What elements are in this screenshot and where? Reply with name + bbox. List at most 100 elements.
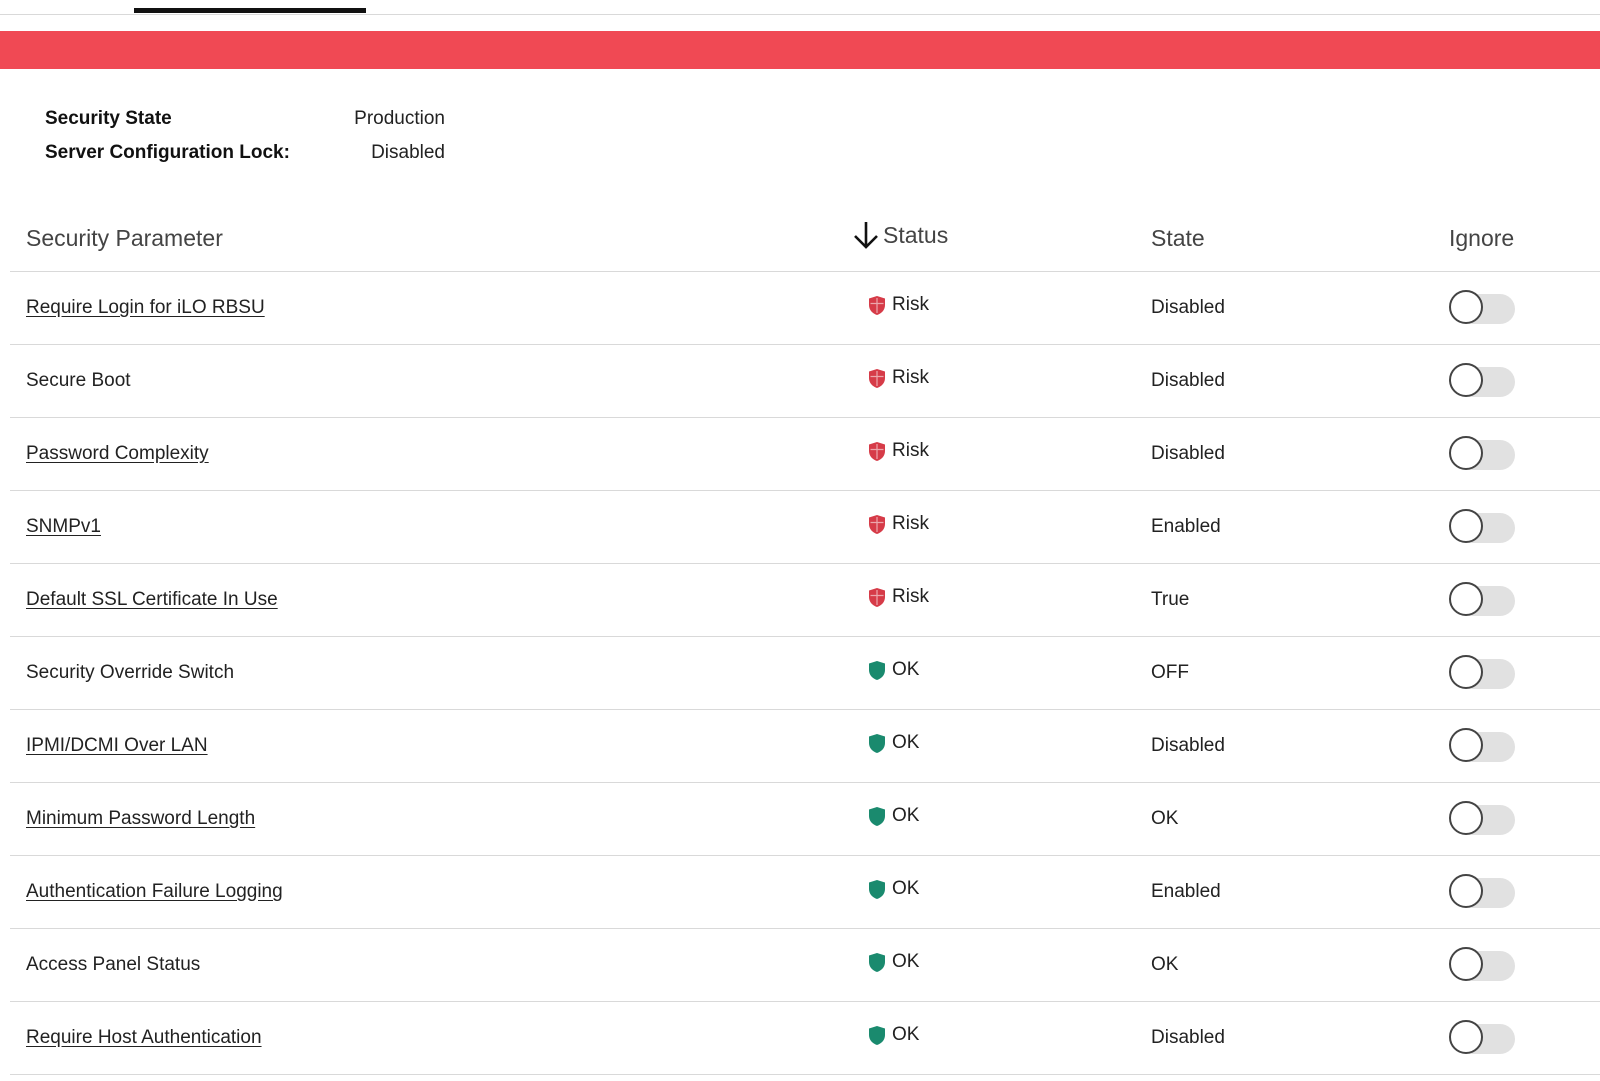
status-cell: Risk [851,440,929,462]
parameter-link[interactable]: Require Host Authentication [26,1027,262,1048]
risk-shield-icon [869,587,885,607]
parameter-link[interactable]: IPMI/DCMI Over LAN [26,735,208,756]
state-value: OK [1151,808,1179,829]
ignore-toggle[interactable] [1449,509,1517,545]
table-row: SNMPv1 Risk Enabled [10,490,1600,564]
table-row: Secure Boot Risk Disabled [10,344,1600,418]
toggle-knob [1449,290,1483,324]
security-parameters-table: Security Parameter Status State Ignore R… [10,205,1600,1075]
status-cell: OK [851,1024,919,1046]
security-state-value: Production [354,108,445,129]
ignore-toggle[interactable] [1449,1020,1517,1056]
status-text: OK [892,732,920,754]
status-cell: Risk [851,367,929,389]
status-text: Risk [892,586,929,608]
security-state-row: Security State Production [45,108,445,142]
parameter-link[interactable]: Minimum Password Length [26,808,255,829]
parameter-name: Access Panel Status [26,954,201,975]
security-state-label: Security State [45,108,172,129]
state-value: OFF [1151,662,1189,683]
config-lock-value: Disabled [371,142,445,163]
status-text: OK [892,805,920,827]
status-cell: OK [851,951,919,973]
status-cell: OK [851,659,919,681]
ok-shield-icon [869,733,885,753]
state-value: Disabled [1151,1027,1225,1048]
status-cell: Risk [851,294,929,316]
ignore-toggle[interactable] [1449,655,1517,691]
state-value: Disabled [1151,735,1225,756]
status-text: Risk [892,367,929,389]
parameter-link[interactable]: Authentication Failure Logging [26,881,283,902]
state-value: Enabled [1151,516,1221,537]
ok-shield-icon [869,806,885,826]
toggle-knob [1449,363,1483,397]
status-text: OK [892,1024,920,1046]
tab-bar [0,0,1600,15]
toggle-knob [1449,509,1483,543]
status-text: Risk [892,440,929,462]
parameter-link[interactable]: SNMPv1 [26,516,101,537]
table-row: Password Complexity Risk Disabled [10,417,1600,491]
status-cell: Risk [851,586,929,608]
toggle-knob [1449,1020,1483,1054]
status-text: Risk [892,513,929,535]
table-row: Authentication Failure Logging OK Enable… [10,855,1600,929]
table-row: Minimum Password Length OK OK [10,782,1600,856]
header-state[interactable]: State [1151,205,1449,272]
arrow-down-icon [854,222,878,249]
active-tab-indicator[interactable] [134,8,366,13]
toggle-knob [1449,436,1483,470]
table-row: Require Host Authentication OK Disabled [10,1001,1600,1075]
risk-shield-icon [869,514,885,534]
status-cell: OK [851,732,919,754]
header-status[interactable]: Status [851,205,1151,272]
risk-banner [0,31,1600,69]
ignore-toggle[interactable] [1449,801,1517,837]
status-cell: OK [851,805,919,827]
risk-shield-icon [869,368,885,388]
table-row: Security Override Switch OK OFF [10,636,1600,710]
state-value: Enabled [1151,881,1221,902]
ignore-toggle[interactable] [1449,582,1517,618]
parameter-link[interactable]: Default SSL Certificate In Use [26,589,278,610]
toggle-knob [1449,728,1483,762]
toggle-knob [1449,874,1483,908]
ignore-toggle[interactable] [1449,363,1517,399]
parameter-link[interactable]: Password Complexity [26,443,209,464]
table-row: Default SSL Certificate In Use Risk True [10,563,1600,637]
table-row: Access Panel Status OK OK [10,928,1600,1002]
status-text: OK [892,659,920,681]
ignore-toggle[interactable] [1449,728,1517,764]
state-value: Disabled [1151,443,1225,464]
toggle-knob [1449,947,1483,981]
config-lock-row: Server Configuration Lock: Disabled [45,142,445,176]
ignore-toggle[interactable] [1449,436,1517,472]
header-status-label: Status [883,221,949,248]
ok-shield-icon [869,660,885,680]
header-security-parameter[interactable]: Security Parameter [10,205,851,272]
table-header-row: Security Parameter Status State Ignore [10,205,1600,272]
ignore-toggle[interactable] [1449,874,1517,910]
table-row: IPMI/DCMI Over LAN OK Disabled [10,709,1600,783]
state-value: OK [1151,954,1179,975]
ok-shield-icon [869,879,885,899]
table-row: Require Login for iLO RBSU Risk Disabled [10,271,1600,345]
toggle-knob [1449,655,1483,689]
ignore-toggle[interactable] [1449,290,1517,326]
toggle-knob [1449,801,1483,835]
status-text: OK [892,878,920,900]
risk-shield-icon [869,441,885,461]
parameter-name: Secure Boot [26,370,131,391]
ok-shield-icon [869,1025,885,1045]
ignore-toggle[interactable] [1449,947,1517,983]
header-ignore: Ignore [1449,205,1600,272]
parameter-link[interactable]: Require Login for iLO RBSU [26,297,265,318]
ok-shield-icon [869,952,885,972]
state-value: True [1151,589,1190,610]
status-cell: Risk [851,513,929,535]
security-summary: Security State Production Server Configu… [45,108,445,176]
risk-shield-icon [869,295,885,315]
toggle-knob [1449,582,1483,616]
state-value: Disabled [1151,297,1225,318]
